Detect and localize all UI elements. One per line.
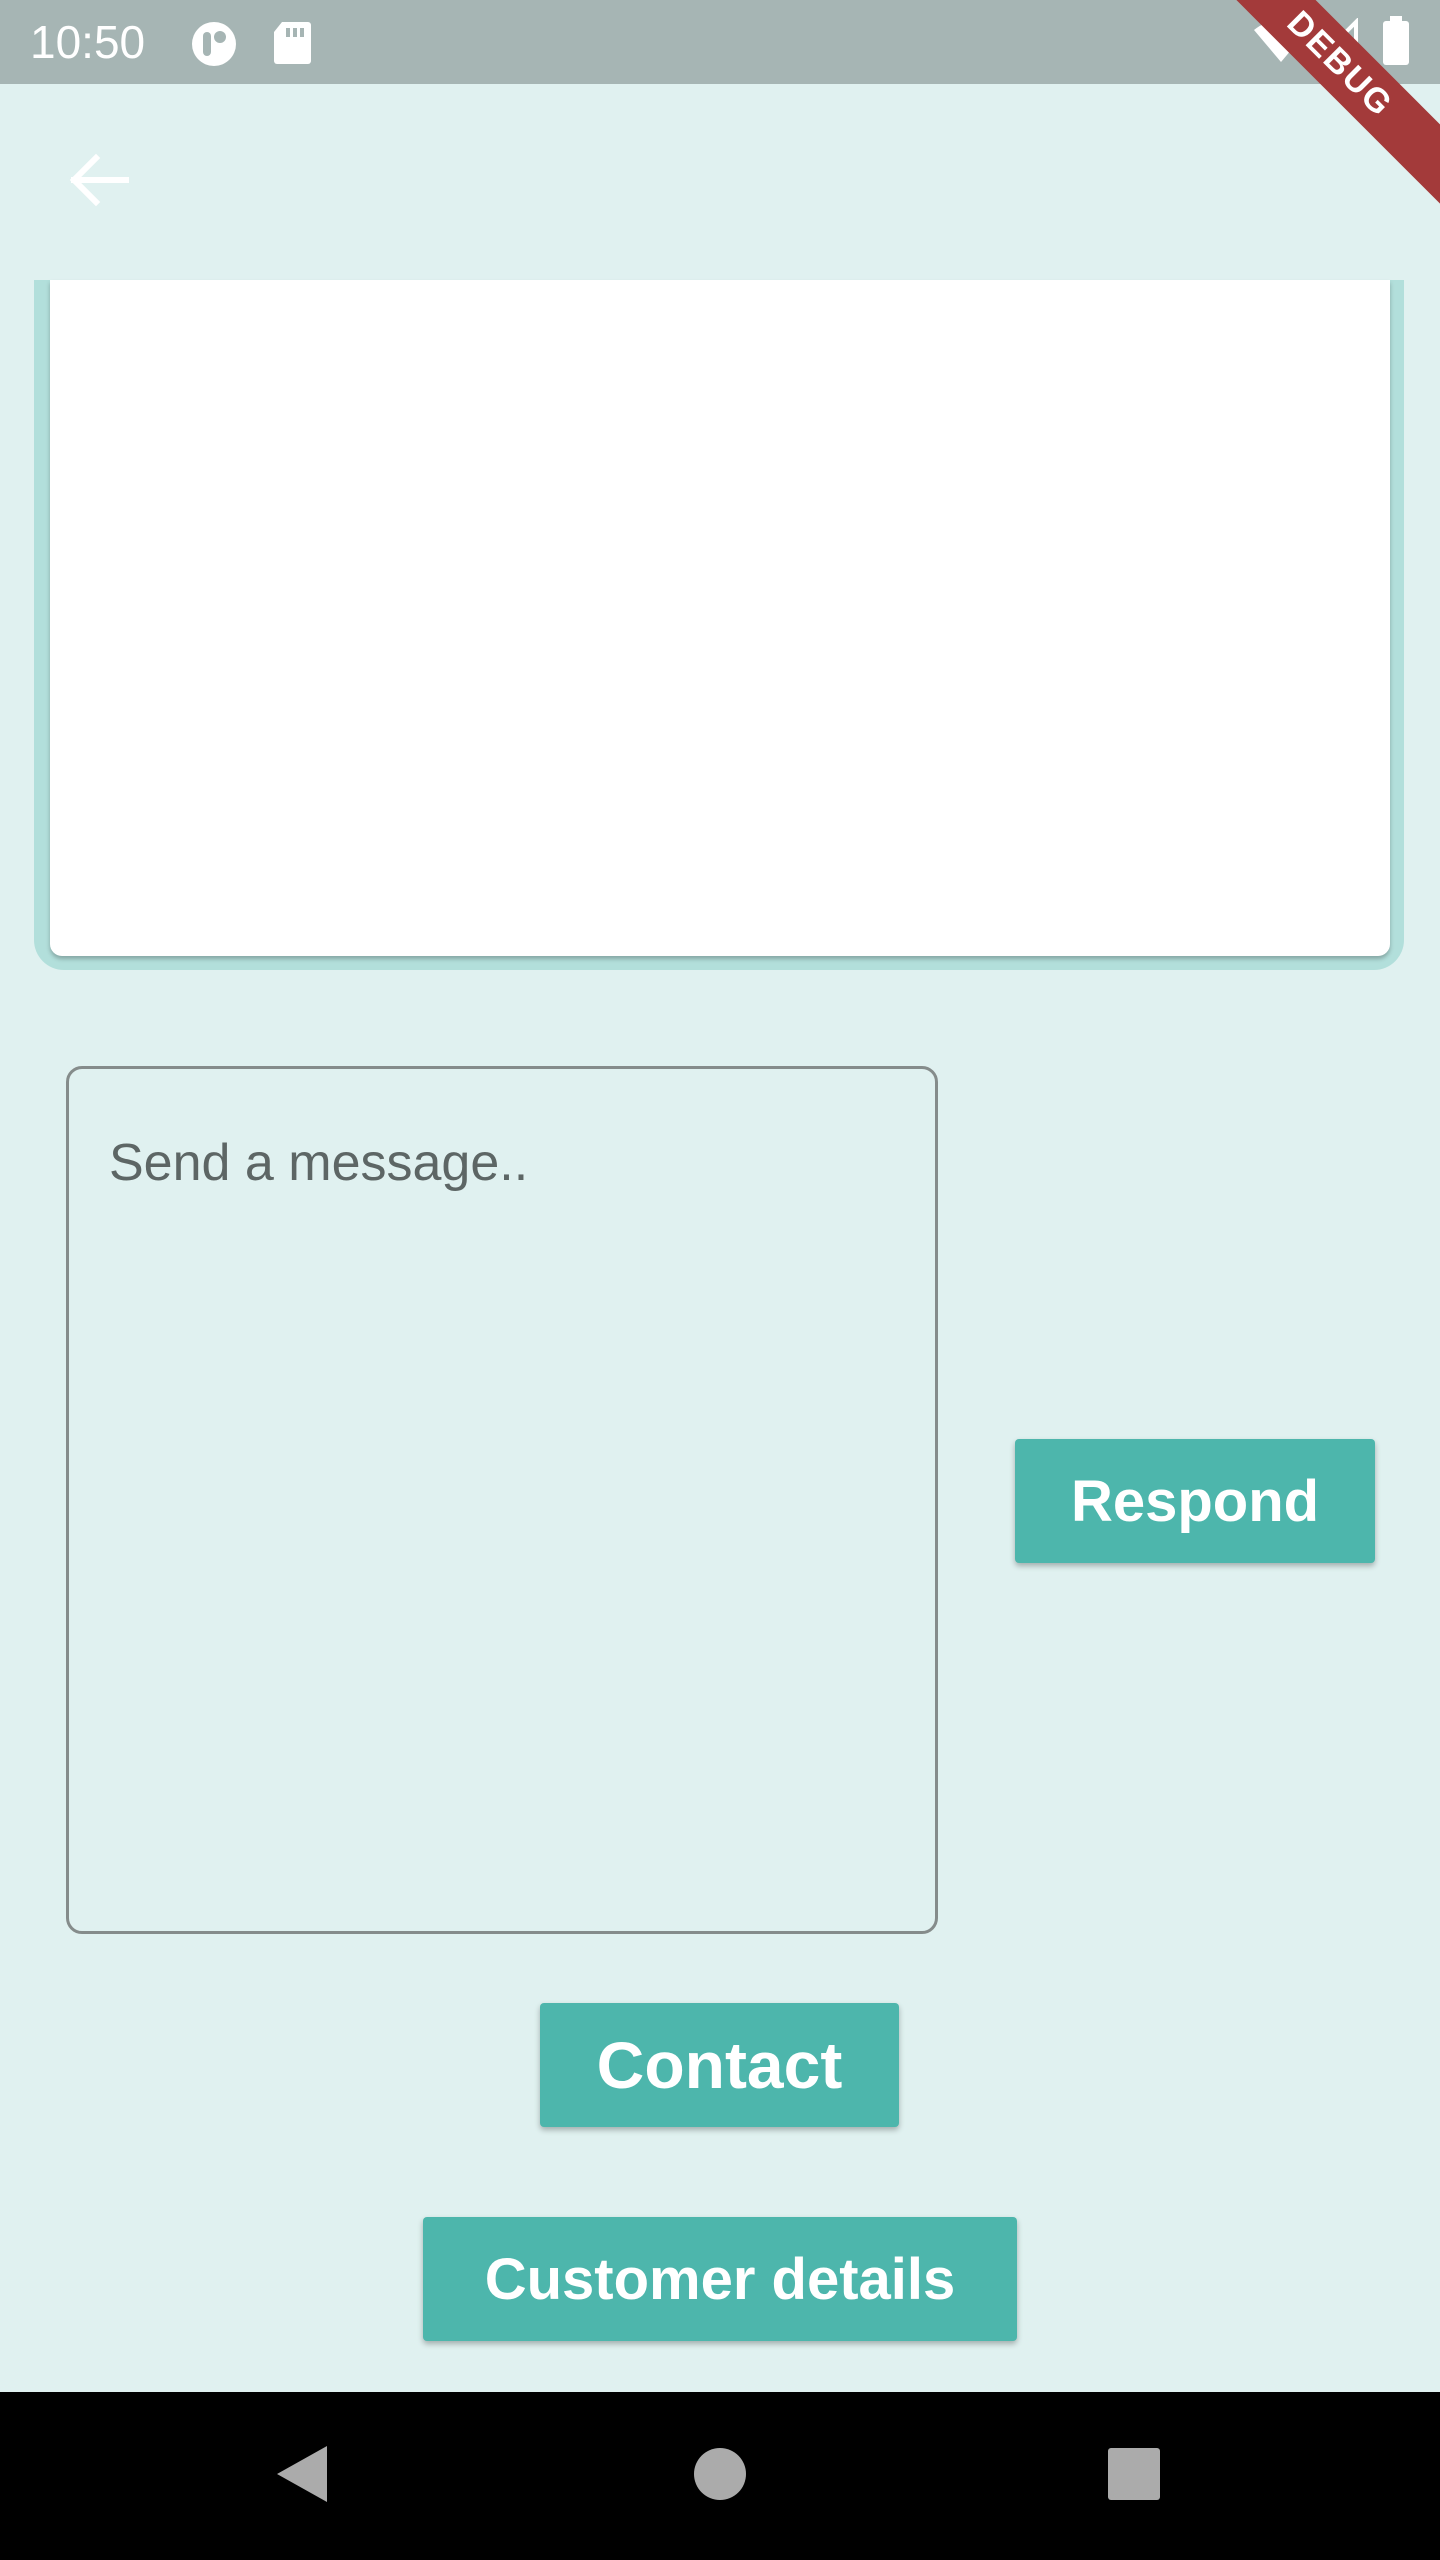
message-input[interactable] [66,1066,938,1934]
sd-card-icon [272,20,312,71]
battery-icon [1382,16,1410,71]
recents-square-icon [1107,2447,1161,2506]
messages-panel[interactable] [50,280,1390,956]
status-time: 10:50 [30,16,146,68]
nav-home-button[interactable] [668,2392,772,2560]
respond-button[interactable]: Respond [1015,1439,1375,1563]
status-bar: 10:50 [0,0,1440,84]
home-circle-icon [693,2447,747,2506]
back-button[interactable] [50,134,146,230]
nav-back-button[interactable] [250,2392,354,2560]
contact-button[interactable]: Contact [540,2003,899,2127]
arrow-back-icon [66,152,130,213]
system-navigation-bar [0,2392,1440,2560]
back-triangle-icon [275,2444,329,2509]
customer-details-button[interactable]: Customer details [423,2217,1017,2341]
nav-recents-button[interactable] [1082,2392,1186,2560]
notification-app-icon [190,20,238,73]
app-bar [0,84,1440,280]
